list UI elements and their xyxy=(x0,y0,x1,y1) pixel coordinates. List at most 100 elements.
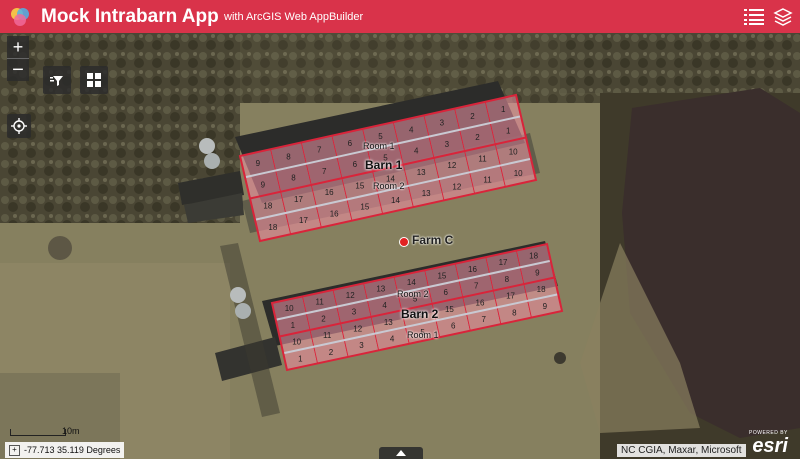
esri-brand-text: esri xyxy=(752,435,788,457)
pen-number: 16 xyxy=(468,265,477,274)
pen-number: 10 xyxy=(292,338,301,347)
layers-icon[interactable] xyxy=(773,7,793,27)
pen-number: 1 xyxy=(291,321,296,330)
pen-number: 13 xyxy=(417,168,426,177)
pen-number: 10 xyxy=(509,148,518,157)
pen-number: 16 xyxy=(476,298,485,307)
pen-number: 6 xyxy=(443,288,448,297)
zoom-in-button[interactable]: + xyxy=(7,36,29,59)
pen-number: 12 xyxy=(452,182,461,191)
pen-number: 11 xyxy=(483,176,492,185)
map-attribution: NC CGIA, Maxar, Microsoft xyxy=(617,444,746,457)
pen-number: 11 xyxy=(478,154,487,163)
pen-number: 10 xyxy=(285,304,294,313)
pen-number: 12 xyxy=(447,161,456,170)
filter-button[interactable] xyxy=(43,66,71,94)
pen-number: 17 xyxy=(506,292,515,301)
zoom-out-button[interactable]: − xyxy=(7,59,29,81)
pen-number: 11 xyxy=(323,331,332,340)
pen-number: 15 xyxy=(360,203,369,212)
locate-icon xyxy=(11,118,27,134)
pen-number: 16 xyxy=(325,188,334,197)
pen-number: 4 xyxy=(409,125,414,134)
pen-number: 14 xyxy=(391,196,400,205)
pen-number: 4 xyxy=(390,335,395,344)
barn-1-room-1-label: Room 1 xyxy=(363,141,395,151)
pen-number: 1 xyxy=(506,126,511,135)
list-icon[interactable] xyxy=(743,7,765,27)
pen-number: 2 xyxy=(475,133,480,142)
pen-number: 7 xyxy=(474,282,479,291)
pen-number: 9 xyxy=(543,302,548,311)
pen-number: 15 xyxy=(437,271,446,280)
coordinate-toggle-button[interactable]: + xyxy=(9,444,20,456)
pen-number: 8 xyxy=(291,174,296,183)
pen-number: 16 xyxy=(330,209,339,218)
barn-1-label: Barn 1 xyxy=(365,158,403,172)
pen-number: 2 xyxy=(329,348,334,357)
pen-number: 9 xyxy=(535,268,540,277)
pen-number: 17 xyxy=(499,258,508,267)
coordinate-readout: + -77.713 35.119 Degrees xyxy=(5,442,125,458)
map-view[interactable]: 9 8 7 6 5 4 3 2 1 9 8 7 6 5 4 3 2 1 18 17 16 15 14 13 12 11 10 18 17… xyxy=(0,33,800,459)
pen-number: 13 xyxy=(376,284,385,293)
barn-2-room-1-label: Room 1 xyxy=(407,330,439,340)
chevron-up-icon xyxy=(396,450,406,456)
pen-number: 14 xyxy=(407,278,416,287)
locate-button[interactable] xyxy=(7,114,31,138)
barn-1-room-2-label: Room 2 xyxy=(373,181,405,191)
pen-number: 3 xyxy=(445,140,450,149)
scale-bar xyxy=(10,429,66,436)
pen-number: 7 xyxy=(482,315,487,324)
pen-number: 17 xyxy=(299,216,308,225)
pen-number: 8 xyxy=(512,308,517,317)
pen-number: 1 xyxy=(298,354,303,363)
pen-number: 3 xyxy=(440,119,445,128)
farm-marker[interactable] xyxy=(399,237,409,247)
esri-logo[interactable]: POWERED BY esri xyxy=(749,430,788,456)
pen-number: 7 xyxy=(317,146,322,155)
pen-number: 3 xyxy=(359,341,364,350)
pen-number: 7 xyxy=(322,167,327,176)
pen-number: 3 xyxy=(352,308,357,317)
pen-number: 4 xyxy=(382,301,387,310)
pen-number: 4 xyxy=(414,147,419,156)
pen-number: 13 xyxy=(384,318,393,327)
app-logo-icon xyxy=(11,8,29,26)
filter-icon xyxy=(50,76,63,86)
coordinate-text: -77.713 35.119 Degrees xyxy=(24,445,121,455)
app-header: Mock Intrabarn App with ArcGIS Web AppBu… xyxy=(0,0,800,33)
farm-label: Farm C xyxy=(412,233,454,247)
barn-2-label: Barn 2 xyxy=(401,307,439,321)
app-subtitle: with ArcGIS Web AppBuilder xyxy=(224,11,364,23)
pen-number: 6 xyxy=(353,160,358,169)
expand-panel-button[interactable] xyxy=(379,447,423,459)
pen-number: 13 xyxy=(422,189,431,198)
pen-number: 8 xyxy=(286,152,291,161)
pen-number: 17 xyxy=(294,195,303,204)
grid-button[interactable] xyxy=(80,66,108,94)
pen-number: 9 xyxy=(256,159,261,168)
pen-number: 18 xyxy=(268,223,277,232)
pen-number: 18 xyxy=(529,252,538,261)
app-title: Mock Intrabarn App xyxy=(41,6,219,27)
pen-number: 1 xyxy=(501,105,506,114)
pen-number: 9 xyxy=(261,180,266,189)
pen-number: 15 xyxy=(355,181,364,190)
pen-number: 18 xyxy=(263,202,272,211)
barn-2-room-2-label: Room 2 xyxy=(397,289,429,299)
pen-number: 12 xyxy=(353,324,362,333)
pen-number: 18 xyxy=(537,285,546,294)
pen-number: 10 xyxy=(514,169,523,178)
pen-number: 6 xyxy=(348,139,353,148)
pen-number: 11 xyxy=(316,298,325,307)
grid-icon xyxy=(87,73,101,87)
pen-number: 2 xyxy=(470,112,475,121)
pen-number: 6 xyxy=(451,322,456,331)
pen-number: 8 xyxy=(505,275,510,284)
scale-label: 10m xyxy=(62,426,80,436)
pen-number: 5 xyxy=(378,132,383,141)
pen-number: 12 xyxy=(346,291,355,300)
pen-number: 2 xyxy=(321,314,326,323)
pen-number: 15 xyxy=(445,305,454,314)
